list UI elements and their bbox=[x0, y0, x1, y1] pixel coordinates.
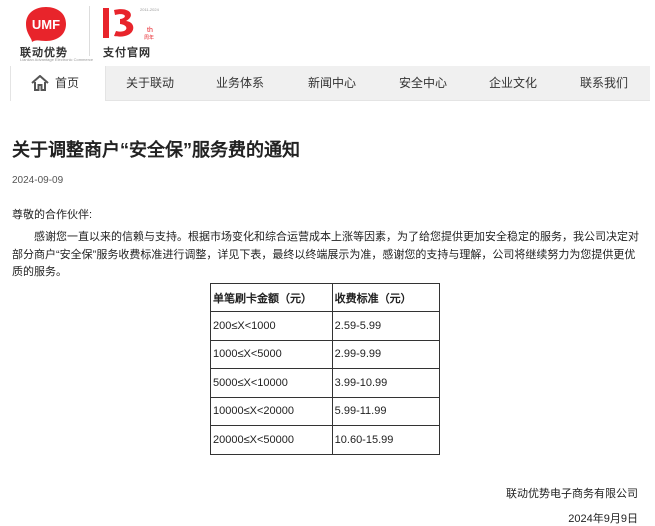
nav-item-business[interactable]: 业务体系 bbox=[194, 66, 286, 101]
table-cell-amount: 20000≤X<50000 bbox=[210, 425, 333, 455]
table-row: 1000≤X<5000 2.99-9.99 bbox=[210, 339, 441, 369]
nav-item-about[interactable]: 关于联动 bbox=[106, 66, 194, 101]
logo-divider bbox=[89, 6, 90, 56]
table-cell-amount: 10000≤X<20000 bbox=[210, 396, 333, 426]
table-cell-fee: 2.59-5.99 bbox=[331, 311, 441, 341]
table-row: 200≤X<1000 2.59-5.99 bbox=[210, 311, 441, 341]
table-cell-fee: 3.99-10.99 bbox=[331, 368, 441, 398]
official-site-label: 支付官网 bbox=[103, 47, 151, 59]
anniversary-years: 2011-2024 bbox=[140, 7, 159, 12]
article-date: 2024-09-09 bbox=[12, 175, 64, 186]
brand-tagline: Lianlian Advantage Electronic Commerce bbox=[20, 57, 94, 62]
table-cell-fee: 2.99-9.99 bbox=[331, 339, 441, 369]
nav-item-news[interactable]: 新闻中心 bbox=[286, 66, 378, 101]
table-header-amount: 单笔刷卡金额（元） bbox=[210, 283, 333, 312]
site-header: UMF 联动优势 Lianlian Advantage Electronic C… bbox=[0, 0, 655, 66]
umf-logo-text: UMF bbox=[32, 17, 60, 32]
anniversary-mark: 周年 bbox=[144, 34, 154, 41]
table-header-row: 单笔刷卡金额（元） 收费标准（元） bbox=[210, 283, 441, 312]
signature-company: 联动优势电子商务有限公司 bbox=[506, 488, 638, 500]
nav-item-label: 首页 bbox=[55, 76, 80, 90]
table-cell-amount: 200≤X<1000 bbox=[210, 311, 333, 341]
nav-item-home[interactable]: 首页 bbox=[10, 66, 106, 101]
table-row: 5000≤X<10000 3.99-10.99 bbox=[210, 368, 441, 398]
svg-text:th: th bbox=[147, 27, 153, 34]
table-row: 20000≤X<50000 10.60-15.99 bbox=[210, 425, 441, 455]
article-body: 感谢您一直以来的信赖与支持。根据市场变化和综合运营成本上涨等因素，为了给您提供更… bbox=[12, 231, 639, 278]
table-cell-amount: 1000≤X<5000 bbox=[210, 339, 333, 369]
nav-item-security[interactable]: 安全中心 bbox=[378, 66, 468, 101]
table-cell-fee: 5.99-11.99 bbox=[331, 396, 441, 426]
main-nav: 首页 关于联动 业务体系 新闻中心 安全中心 企业文化 联系我们 bbox=[10, 66, 650, 101]
home-icon bbox=[31, 75, 49, 91]
nav-item-culture[interactable]: 企业文化 bbox=[468, 66, 558, 101]
signature-date: 2024年9月9日 bbox=[568, 513, 638, 525]
table-cell-amount: 5000≤X<10000 bbox=[210, 368, 333, 398]
article-greeting: 尊敬的合作伙伴: bbox=[12, 209, 93, 221]
table-cell-fee: 10.60-15.99 bbox=[331, 425, 441, 455]
umf-logo[interactable]: UMF bbox=[22, 4, 70, 44]
table-header-fee: 收费标准（元） bbox=[331, 283, 441, 312]
table-row: 10000≤X<20000 5.99-11.99 bbox=[210, 396, 441, 426]
nav-item-contact[interactable]: 联系我们 bbox=[558, 66, 650, 101]
article-title: 关于调整商户“安全保”服务费的通知 bbox=[12, 140, 300, 160]
fee-table: 单笔刷卡金额（元） 收费标准（元） 200≤X<1000 2.59-5.99 1… bbox=[210, 283, 441, 455]
